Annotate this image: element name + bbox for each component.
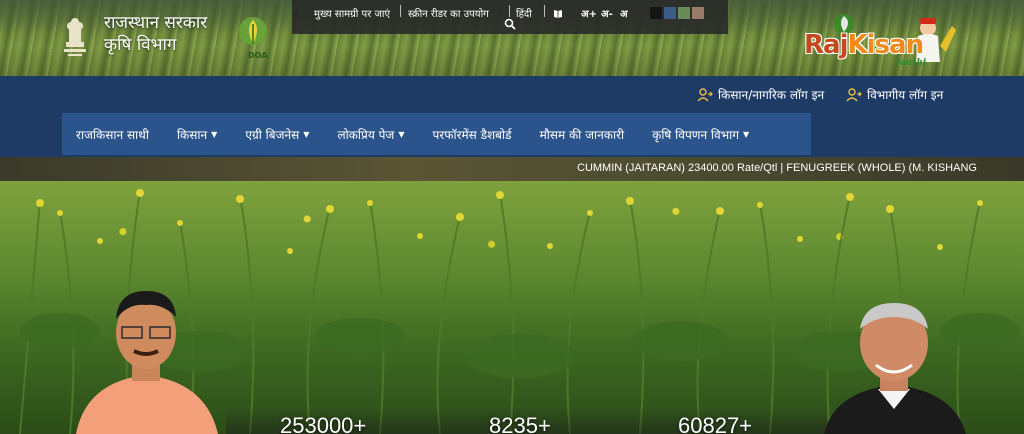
menu-item-agri-business[interactable]: एग्री बिजनेस ▼ <box>231 113 323 155</box>
navigation-band: किसान/नागरिक लॉग इन विभागीय लॉग इन राजकि… <box>0 76 1024 157</box>
theme-swatch-green[interactable] <box>678 7 690 19</box>
doa-label: DOA <box>248 51 268 60</box>
stat-value: 8235+ <box>489 413 551 434</box>
state-emblem-icon[interactable] <box>60 12 90 58</box>
menu-item-agri-marketing-dept[interactable]: कृषि विपणन विभाग ▼ <box>638 113 763 155</box>
menu-item-label: एग्री बिजनेस <box>245 127 300 142</box>
theme-swatch-dark[interactable] <box>650 7 662 19</box>
caret-down-icon: ▼ <box>211 129 218 139</box>
menu-item-label: मौसम की जानकारी <box>539 127 625 142</box>
screen-reader-link[interactable]: स्क्रीन रीडर का उपयोग <box>408 6 489 20</box>
department-login-link[interactable]: विभागीय लॉग इन <box>846 86 943 103</box>
farmer-login-label: किसान/नागरिक लॉग इन <box>718 88 825 102</box>
theme-swatch-blue[interactable] <box>664 7 676 19</box>
theme-swatch-brown[interactable] <box>692 7 704 19</box>
language-toggle[interactable]: हिंदी <box>516 6 532 20</box>
book-icon[interactable] <box>553 8 563 18</box>
menu-item-label: लोकप्रिय पेज <box>337 127 395 142</box>
menu-item-weather-info[interactable]: मौसम की जानकारी <box>526 113 639 155</box>
brand-kisan: Kisan <box>847 30 924 60</box>
stat-value: 253000+ <box>280 413 367 434</box>
right-portrait-image <box>824 303 966 434</box>
divider <box>544 5 545 17</box>
caret-down-icon: ▼ <box>743 129 750 139</box>
caret-down-icon: ▼ <box>398 129 405 139</box>
department-login-label: विभागीय लॉग इन <box>867 88 944 102</box>
skip-to-content-link[interactable]: मुख्य सामग्री पर जाएं <box>314 6 390 20</box>
ticker-text[interactable]: CUMMIN (JAITARAN) 23400.00 Rate/Qtl | FE… <box>577 162 977 174</box>
user-login-icon <box>846 88 862 102</box>
stat-value: 60827+ <box>678 413 753 434</box>
menu-item-rajkisan-saathi[interactable]: राजकिसान साथी <box>62 113 163 155</box>
farmer-login-link[interactable]: किसान/नागरिक लॉग इन <box>697 86 824 103</box>
brand-name: RajKisan <box>804 30 924 60</box>
brand-saathi: Saathi <box>894 58 927 68</box>
font-increase-button[interactable]: अ+ <box>581 6 597 20</box>
user-login-icon <box>697 88 713 102</box>
font-decrease-button[interactable]: अ- <box>601 6 613 20</box>
caret-down-icon: ▼ <box>303 129 310 139</box>
market-price-ticker: CUMMIN (JAITARAN) 23400.00 Rate/Qtl | FE… <box>0 157 1024 181</box>
divider <box>509 5 510 17</box>
brand-raj: Raj <box>804 30 848 60</box>
government-title-line1: राजस्थान सरकार <box>104 13 208 33</box>
left-portrait-image <box>76 291 218 434</box>
search-icon[interactable] <box>504 18 516 30</box>
menu-item-performance-dashboard[interactable]: परफॉरमेंस डैशबोर्ड <box>419 113 526 155</box>
menu-item-kisan[interactable]: किसान ▼ <box>163 113 231 155</box>
menu-item-label: परफॉरमेंस डैशबोर्ड <box>432 127 512 142</box>
government-title-line2: कृषि विभाग <box>104 35 177 55</box>
accessibility-bar: मुख्य सामग्री पर जाएं स्क्रीन रीडर का उप… <box>292 0 728 34</box>
menu-item-label: राजकिसान साथी <box>76 127 149 142</box>
menu-item-label: किसान <box>176 127 208 142</box>
menu-item-popular-pages[interactable]: लोकप्रिय पेज ▼ <box>323 113 418 155</box>
main-menu: राजकिसान साथी किसान ▼ एग्री बिजनेस ▼ लोकप्… <box>62 113 811 155</box>
divider <box>400 5 401 17</box>
menu-item-label: कृषि विपणन विभाग <box>652 127 740 142</box>
font-normal-button[interactable]: अ <box>620 6 628 20</box>
government-title: राजस्थान सरकार कृषि विभाग <box>104 12 207 56</box>
hero-banner: 253000+ 8235+ 60827+ <box>0 181 1024 434</box>
site-header: राजस्थान सरकार कृषि विभाग DOA मुख्य सामग… <box>0 0 1024 76</box>
